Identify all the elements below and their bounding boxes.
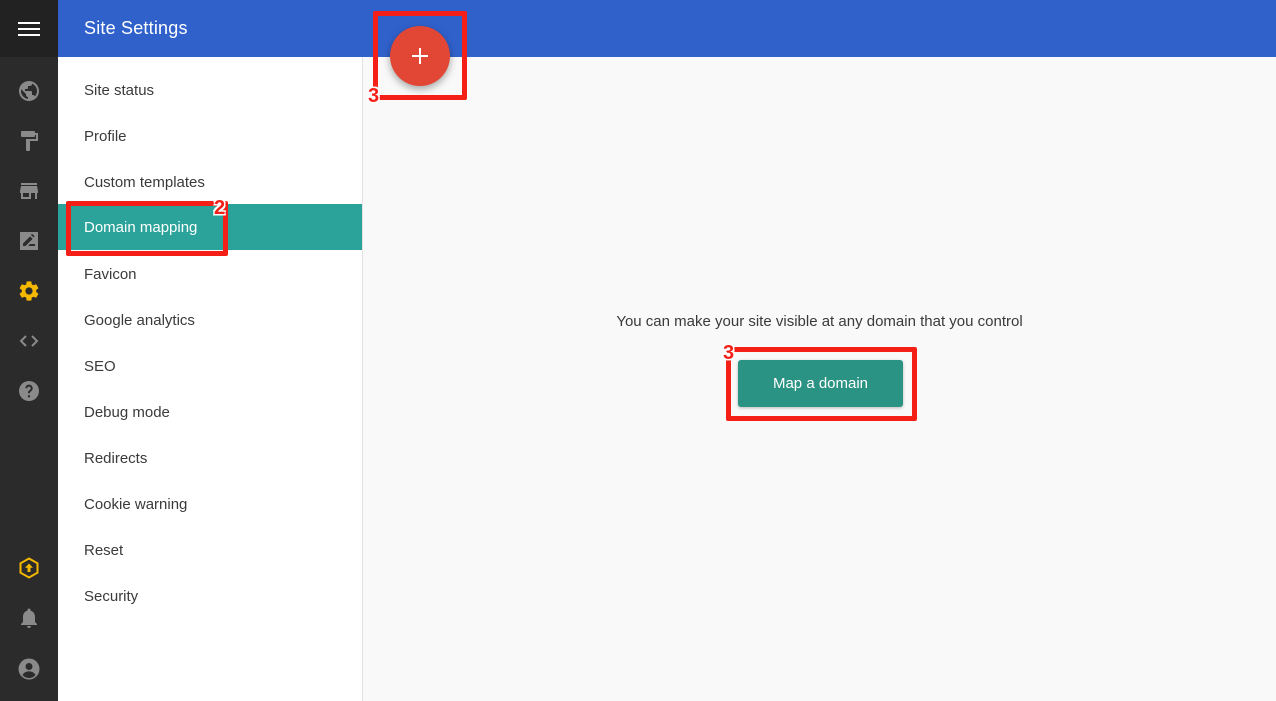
page-title: Site Settings — [84, 18, 188, 38]
menu-button[interactable] — [0, 0, 58, 57]
store-icon[interactable] — [17, 179, 41, 203]
gear-icon[interactable] — [17, 279, 41, 303]
empty-state-text: You can make your site visible at any do… — [616, 313, 1023, 330]
menu-item-favicon[interactable]: Favicon — [58, 251, 362, 297]
annotation-number: 2 — [214, 197, 226, 219]
top-header: Site Settings — [58, 0, 1276, 57]
account-icon[interactable] — [17, 657, 41, 681]
settings-menu: Site status Profile Custom templates Dom… — [58, 57, 363, 701]
help-icon[interactable] — [17, 379, 41, 403]
menu-item-security[interactable]: Security — [58, 573, 362, 619]
edit-note-icon[interactable] — [17, 229, 41, 253]
menu-item-profile[interactable]: Profile — [58, 113, 362, 159]
annotation-number: 3 — [723, 342, 735, 364]
menu-item-site-status[interactable]: Site status — [58, 67, 362, 113]
menu-item-reset[interactable]: Reset — [58, 527, 362, 573]
menu-item-google-analytics[interactable]: Google analytics — [58, 297, 362, 343]
menu-item-custom-templates[interactable]: Custom templates — [58, 159, 362, 205]
bell-icon[interactable] — [17, 606, 41, 630]
menu-item-debug-mode[interactable]: Debug mode — [58, 389, 362, 435]
menu-item-cookie-warning[interactable]: Cookie warning — [58, 481, 362, 527]
upgrade-icon[interactable] — [17, 556, 41, 580]
app-rail — [0, 0, 58, 701]
annotation-box-domain-mapping — [66, 201, 228, 256]
menu-item-redirects[interactable]: Redirects — [58, 435, 362, 481]
annotation-box-map-domain — [726, 347, 917, 421]
globe-icon[interactable] — [17, 79, 41, 103]
menu-item-seo[interactable]: SEO — [58, 343, 362, 389]
annotation-box-fab — [373, 11, 467, 100]
annotation-number: 3 — [368, 85, 380, 107]
menu-icon — [18, 21, 40, 37]
code-icon[interactable] — [17, 329, 41, 353]
paint-roller-icon[interactable] — [17, 129, 41, 153]
